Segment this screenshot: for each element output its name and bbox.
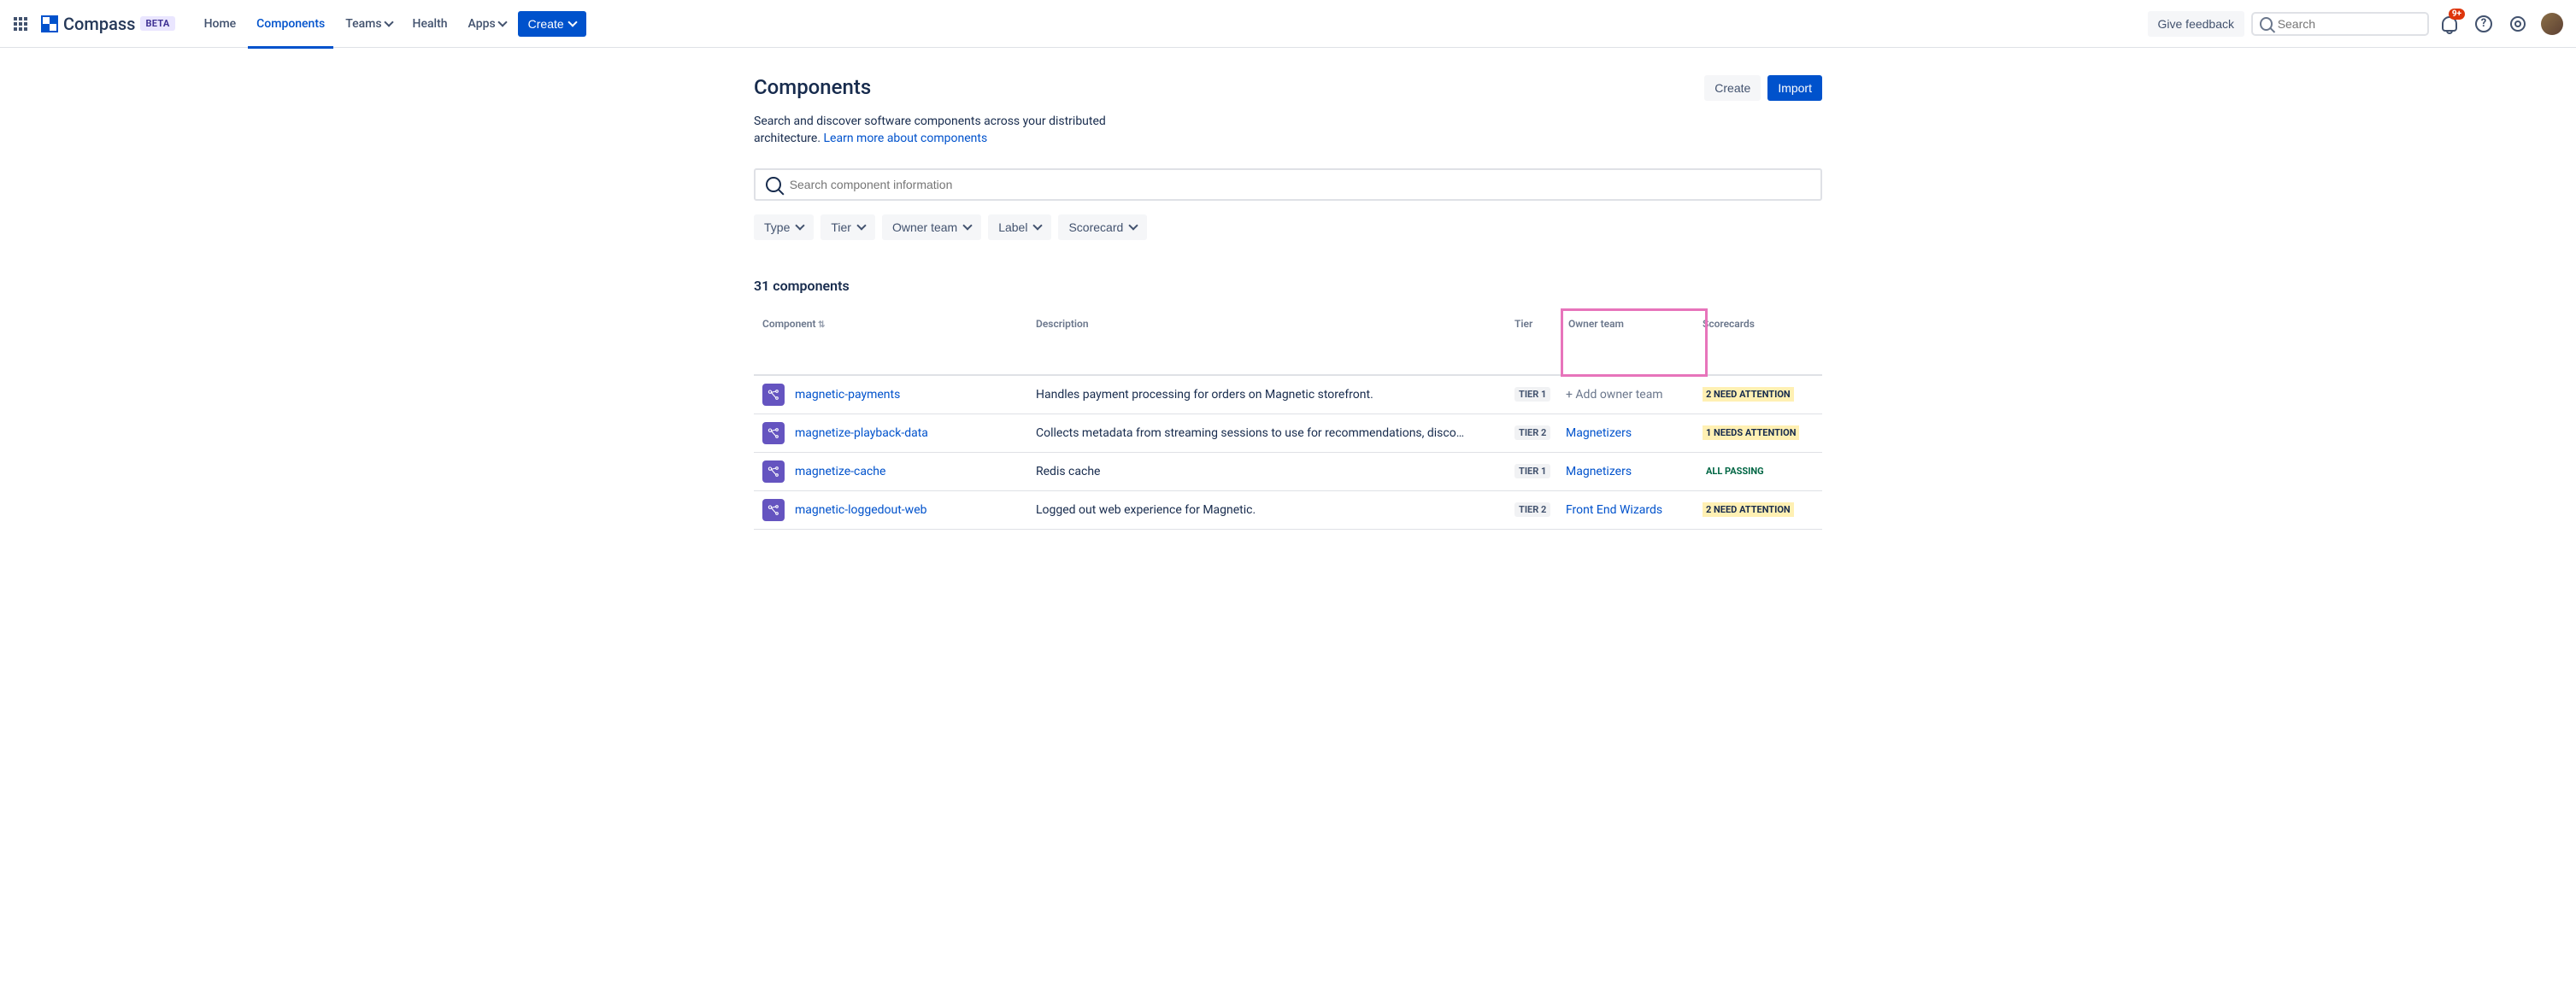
create-label: Create bbox=[528, 17, 564, 31]
profile-button[interactable] bbox=[2538, 10, 2566, 38]
import-button[interactable]: Import bbox=[1767, 75, 1822, 101]
compass-icon bbox=[41, 15, 58, 32]
owner-team-link[interactable]: Magnetizers bbox=[1566, 426, 1632, 440]
filter-owner-team[interactable]: Owner team bbox=[882, 214, 981, 240]
component-description: Redis cache bbox=[1036, 465, 1514, 478]
global-search[interactable] bbox=[2251, 12, 2429, 36]
global-search-input[interactable] bbox=[2278, 17, 2420, 31]
chevron-down-icon bbox=[568, 17, 577, 26]
gear-icon bbox=[2510, 16, 2526, 32]
add-owner-team-button[interactable]: + Add owner team bbox=[1566, 388, 1663, 402]
beta-badge: BETA bbox=[140, 16, 174, 31]
component-link[interactable]: magnetize-playback-data bbox=[795, 426, 928, 440]
components-table: Component Description Tier Owner team Sc… bbox=[754, 311, 1822, 530]
notification-badge: 9+ bbox=[2449, 9, 2465, 20]
col-component[interactable]: Component bbox=[762, 318, 1036, 367]
component-description: Logged out web experience for Magnetic. bbox=[1036, 503, 1514, 517]
settings-button[interactable] bbox=[2504, 10, 2532, 38]
filter-label[interactable]: Label bbox=[988, 214, 1051, 240]
chevron-down-icon bbox=[1129, 220, 1138, 230]
chevron-down-icon bbox=[497, 17, 507, 26]
component-description: Collects metadata from streaming session… bbox=[1036, 426, 1514, 440]
filter-tier[interactable]: Tier bbox=[820, 214, 875, 240]
col-tier: Tier bbox=[1514, 318, 1566, 367]
component-link[interactable]: magnetic-loggedout-web bbox=[795, 503, 926, 517]
nav-teams-label: Teams bbox=[345, 17, 381, 31]
chevron-down-icon bbox=[963, 220, 973, 230]
nav-health[interactable]: Health bbox=[404, 12, 456, 36]
learn-more-link[interactable]: Learn more about components bbox=[824, 132, 988, 145]
component-type-icon bbox=[762, 384, 785, 406]
page-subtitle: Search and discover software components … bbox=[754, 113, 1147, 148]
component-type-icon bbox=[762, 499, 785, 521]
scorecard-badge: 2 NEED ATTENTION bbox=[1703, 502, 1794, 517]
component-type-icon bbox=[762, 422, 785, 444]
tier-badge: TIER 1 bbox=[1514, 387, 1550, 402]
nav-apps-label: Apps bbox=[468, 17, 496, 31]
chevron-down-icon bbox=[796, 220, 805, 230]
highlight-annotation: Owner team bbox=[1561, 308, 1708, 377]
page-title: Components bbox=[754, 75, 871, 99]
filter-scorecard[interactable]: Scorecard bbox=[1058, 214, 1147, 240]
scorecard-badge: ALL PASSING bbox=[1703, 464, 1767, 478]
component-type-icon bbox=[762, 460, 785, 483]
component-search[interactable] bbox=[754, 168, 1822, 201]
avatar bbox=[2541, 13, 2563, 35]
nav-create-button[interactable]: Create bbox=[518, 11, 586, 37]
search-icon bbox=[2260, 17, 2273, 31]
help-icon: ? bbox=[2475, 15, 2492, 32]
col-description: Description bbox=[1036, 318, 1514, 367]
component-description: Handles payment processing for orders on… bbox=[1036, 388, 1514, 402]
filter-type[interactable]: Type bbox=[754, 214, 814, 240]
col-scorecards: Scorecards bbox=[1703, 318, 1831, 367]
tier-badge: TIER 2 bbox=[1514, 425, 1550, 440]
nav-teams[interactable]: Teams bbox=[337, 12, 400, 36]
owner-team-link[interactable]: Front End Wizards bbox=[1566, 503, 1662, 517]
owner-team-link[interactable]: Magnetizers bbox=[1566, 465, 1632, 478]
component-search-input[interactable] bbox=[790, 178, 1810, 191]
feedback-button[interactable]: Give feedback bbox=[2148, 11, 2245, 37]
col-owner-team: Owner team bbox=[1566, 318, 1703, 367]
create-button[interactable]: Create bbox=[1704, 75, 1761, 101]
table-row: magnetize-cache Redis cacheTIER 1 Magnetiz… bbox=[754, 453, 1822, 491]
chevron-down-icon bbox=[384, 17, 393, 26]
component-link[interactable]: magnetic-payments bbox=[795, 388, 900, 402]
search-icon bbox=[766, 177, 781, 192]
chevron-down-icon bbox=[1033, 220, 1043, 230]
tier-badge: TIER 1 bbox=[1514, 464, 1550, 478]
scorecard-badge: 2 NEED ATTENTION bbox=[1703, 387, 1794, 402]
tier-badge: TIER 2 bbox=[1514, 502, 1550, 517]
component-link[interactable]: magnetize-cache bbox=[795, 465, 885, 478]
nav-components[interactable]: Components bbox=[248, 12, 333, 36]
product-logo[interactable]: Compass BETA bbox=[41, 14, 175, 34]
nav-home[interactable]: Home bbox=[196, 12, 245, 36]
table-row: magnetize-playback-data Collects metadata… bbox=[754, 414, 1822, 453]
table-row: magnetic-loggedout-web Logged out web exp… bbox=[754, 491, 1822, 530]
product-name: Compass bbox=[63, 14, 135, 34]
table-row: magnetic-payments Handles payment process… bbox=[754, 376, 1822, 414]
component-count: 31 components bbox=[754, 278, 1822, 294]
notifications-button[interactable]: 9+ bbox=[2436, 10, 2463, 38]
scorecard-badge: 1 NEEDS ATTENTION bbox=[1703, 425, 1799, 440]
help-button[interactable]: ? bbox=[2470, 10, 2497, 38]
chevron-down-icon bbox=[856, 220, 866, 230]
nav-apps[interactable]: Apps bbox=[460, 12, 515, 36]
app-switcher-icon[interactable] bbox=[10, 14, 31, 34]
